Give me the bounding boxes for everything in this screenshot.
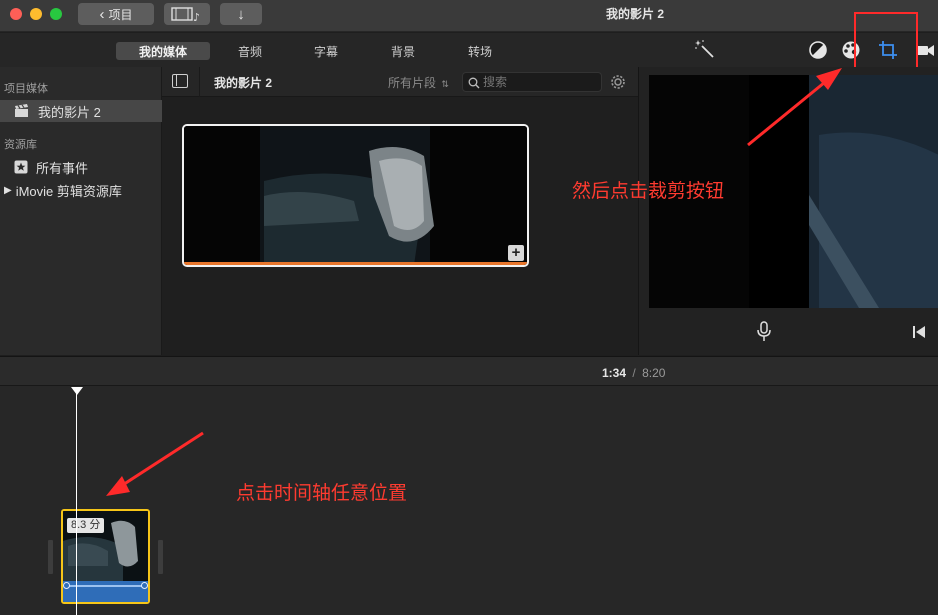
tab-backgrounds[interactable]: 背景 bbox=[383, 42, 423, 60]
film-music-icon: ♪ bbox=[171, 7, 200, 22]
search-field[interactable] bbox=[462, 72, 602, 92]
timeline-clip[interactable]: 8.3 分 bbox=[61, 509, 150, 604]
color-balance-icon[interactable] bbox=[808, 40, 828, 60]
clip-filter-label: 所有片段 bbox=[388, 76, 437, 90]
audio-fade-out-handle[interactable] bbox=[141, 582, 148, 589]
window-title: 我的影片 2 bbox=[605, 7, 664, 21]
annotation-crop-hint: 然后点击裁剪按钮 bbox=[572, 180, 725, 202]
back-to-projects-button[interactable]: ‹ 项目 bbox=[78, 3, 154, 25]
arrow-down-icon: ↓ bbox=[237, 5, 245, 23]
search-icon bbox=[468, 77, 480, 89]
browser-header: 我的影片 2 所有片段 ⇅ bbox=[162, 67, 638, 97]
zoom-window-button[interactable] bbox=[50, 8, 62, 20]
timecode-display: 1:34 / 8:20 bbox=[602, 366, 665, 380]
timecode-separator: / bbox=[632, 366, 636, 380]
browser-title: 我的影片 2 bbox=[214, 76, 273, 90]
section-project-media: 项目媒体 bbox=[4, 83, 48, 95]
tab-audio[interactable]: 音频 bbox=[230, 42, 270, 60]
skip-to-start-icon[interactable] bbox=[911, 324, 927, 340]
event-clip-thumbnail[interactable]: + bbox=[182, 124, 529, 267]
clip-filter-select[interactable]: 所有片段 ⇅ bbox=[388, 74, 449, 91]
playhead[interactable] bbox=[76, 388, 77, 615]
timeline-left-handle[interactable] bbox=[48, 540, 53, 574]
sidebar-item-label: 所有事件 bbox=[36, 160, 89, 176]
tab-titles[interactable]: 字幕 bbox=[306, 42, 346, 60]
tab-transitions[interactable]: 转场 bbox=[460, 42, 500, 60]
back-button-label: 项目 bbox=[108, 7, 133, 22]
clip-used-bar bbox=[184, 262, 527, 265]
clip-duration-badge: 8.3 分 bbox=[67, 518, 105, 533]
total-time: 8:20 bbox=[642, 366, 666, 380]
video-camera-icon[interactable] bbox=[916, 42, 936, 58]
sidebar-item-label: iMovie 剪辑资源库 bbox=[15, 183, 122, 199]
sidebar-item-project[interactable]: 我的影片 2 bbox=[0, 100, 162, 122]
audio-fade-in-handle[interactable] bbox=[63, 582, 70, 589]
section-library: 资源库 bbox=[4, 139, 37, 151]
microphone-icon[interactable] bbox=[756, 321, 772, 343]
viewer-panel bbox=[638, 67, 938, 355]
sidebar-item-library[interactable]: ▶ iMovie 剪辑资源库 bbox=[0, 179, 162, 201]
updown-chevron-icon: ⇅ bbox=[441, 79, 449, 89]
sidebar-item-label: 我的影片 2 bbox=[38, 104, 101, 120]
annotation-timeline-hint: 点击时间轴任意位置 bbox=[236, 482, 408, 504]
star-box-icon bbox=[14, 160, 28, 174]
media-tab-bar: 我的媒体 音频 字幕 背景 转场 bbox=[0, 33, 638, 67]
playhead-triangle-icon[interactable] bbox=[71, 387, 83, 395]
gear-icon[interactable] bbox=[608, 72, 628, 92]
svg-text:♪: ♪ bbox=[193, 11, 200, 22]
library-sidebar: 项目媒体 我的影片 2 资源库 所有事件 ▶ iMovie 剪辑资源库 bbox=[0, 67, 162, 355]
search-input[interactable] bbox=[483, 74, 595, 90]
audio-level-line bbox=[66, 585, 145, 587]
tab-my-media[interactable]: 我的媒体 bbox=[116, 42, 210, 60]
media-browser: 我的影片 2 所有片段 ⇅ + bbox=[162, 67, 638, 355]
timeline-header: 1:34 / 8:20 bbox=[0, 356, 938, 386]
timeline-right-handle[interactable] bbox=[158, 540, 163, 574]
sidebar-toggle-icon bbox=[176, 75, 178, 86]
add-to-timeline-button[interactable]: + bbox=[508, 245, 524, 261]
sidebar-item-all-events[interactable]: 所有事件 bbox=[0, 156, 162, 178]
magic-wand-icon[interactable] bbox=[694, 38, 716, 60]
clip-frame-image bbox=[184, 126, 527, 265]
plus-icon: + bbox=[511, 244, 521, 261]
current-time: 1:34 bbox=[602, 366, 627, 380]
import-download-button[interactable]: ↓ bbox=[220, 3, 262, 25]
media-import-button[interactable]: ♪ bbox=[164, 3, 210, 25]
toggle-sidebar-button[interactable] bbox=[172, 74, 188, 88]
minimize-window-button[interactable] bbox=[30, 8, 42, 20]
close-window-button[interactable] bbox=[10, 8, 22, 20]
title-bar: ‹ 项目 ♪ ↓ 我的影片 2 bbox=[0, 0, 938, 32]
chevron-left-icon: ‹ bbox=[99, 5, 105, 23]
clapperboard-icon bbox=[15, 104, 28, 117]
disclosure-triangle-icon[interactable]: ▶ bbox=[4, 185, 12, 196]
timeline[interactable]: 8.3 分 bbox=[0, 386, 938, 615]
browser-divider bbox=[199, 67, 200, 97]
